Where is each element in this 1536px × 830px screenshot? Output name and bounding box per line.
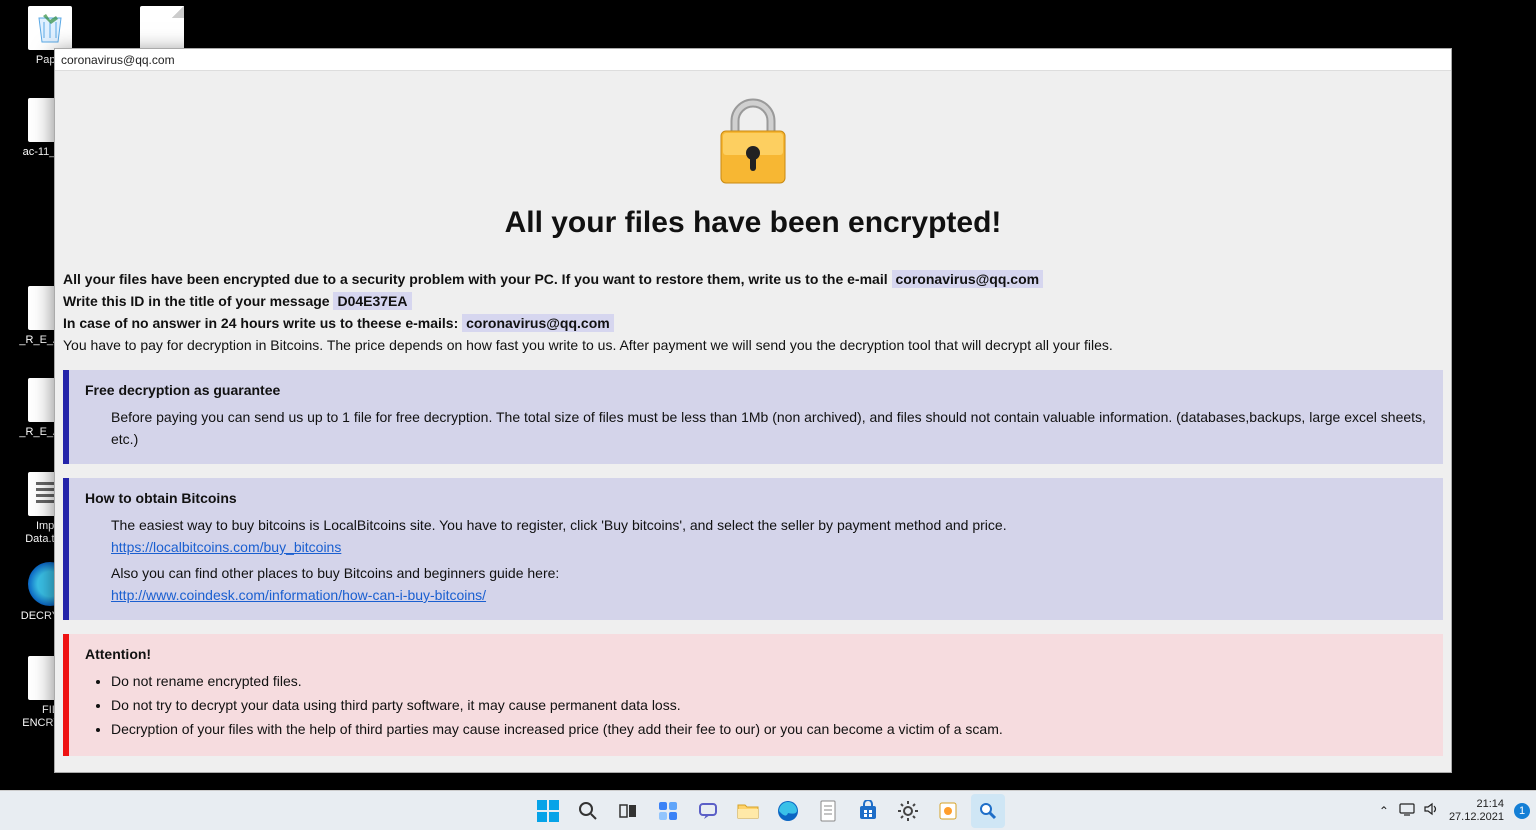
- ransom-line-3: In case of no answer in 24 hours write u…: [55, 312, 1451, 334]
- file-icon: [140, 6, 184, 50]
- magnifier-icon: [978, 801, 998, 821]
- taskbar-tray: ⌃ 21:14 27.12.2021 1: [1379, 798, 1530, 824]
- start-button[interactable]: [531, 794, 565, 828]
- panel-attention: Attention! Do not rename encrypted files…: [63, 634, 1443, 756]
- window-content[interactable]: All your files have been encrypted! All …: [55, 71, 1451, 772]
- attention-item: Do not rename encrypted files.: [111, 670, 1431, 692]
- tray-time: 21:14: [1449, 798, 1504, 811]
- volume-icon[interactable]: [1423, 802, 1439, 819]
- tray-chevron-up-icon[interactable]: ⌃: [1379, 804, 1389, 818]
- ransom-line-4: You have to pay for decryption in Bitcoi…: [55, 334, 1451, 356]
- ransom-line-1: All your files have been encrypted due t…: [55, 268, 1451, 290]
- app-button-3[interactable]: [971, 794, 1005, 828]
- recycle-bin-icon: [35, 12, 65, 44]
- edge-icon: [777, 800, 799, 822]
- search-button[interactable]: [571, 794, 605, 828]
- panel-guarantee-title: Free decryption as guarantee: [85, 382, 1431, 398]
- attention-item: Do not try to decrypt your data using th…: [111, 694, 1431, 716]
- line2-text: Write this ID in the title of your messa…: [63, 293, 333, 309]
- attention-item: Decryption of your files with the help o…: [111, 718, 1431, 740]
- store-icon: [857, 800, 879, 822]
- panel-bitcoin: How to obtain Bitcoins The easiest way t…: [63, 478, 1443, 620]
- folder-icon: [737, 802, 759, 820]
- chat-button[interactable]: [691, 794, 725, 828]
- app-button-1[interactable]: [811, 794, 845, 828]
- store-button[interactable]: [851, 794, 885, 828]
- bitcoin-link-2[interactable]: http://www.coindesk.com/information/how-…: [111, 587, 486, 603]
- bitcoin-link-1[interactable]: https://localbitcoins.com/buy_bitcoins: [111, 539, 341, 555]
- widgets-button[interactable]: [651, 794, 685, 828]
- network-icon[interactable]: [1399, 802, 1415, 819]
- lock-icon: [711, 93, 795, 194]
- chat-icon: [698, 801, 718, 821]
- panel-guarantee-body: Before paying you can send us up to 1 fi…: [85, 406, 1431, 450]
- windows-logo-icon: [537, 800, 559, 822]
- document-icon: [818, 800, 838, 822]
- ransom-line-2: Write this ID in the title of your messa…: [55, 290, 1451, 312]
- tray-date: 27.12.2021: [1449, 811, 1504, 824]
- email-1: coronavirus@qq.com: [892, 270, 1044, 288]
- email-2: coronavirus@qq.com: [462, 314, 614, 332]
- settings-button[interactable]: [891, 794, 925, 828]
- app-icon: [938, 801, 958, 821]
- widgets-icon: [657, 800, 679, 822]
- notifications-badge[interactable]: 1: [1514, 803, 1530, 819]
- panel-guarantee: Free decryption as guarantee Before payi…: [63, 370, 1443, 464]
- panel-attention-title: Attention!: [85, 646, 1431, 662]
- edge-button[interactable]: [771, 794, 805, 828]
- line1-text: All your files have been encrypted due t…: [63, 271, 892, 287]
- task-view-icon: [618, 801, 638, 821]
- ransom-heading: All your files have been encrypted!: [55, 206, 1451, 240]
- app-button-2[interactable]: [931, 794, 965, 828]
- panel-bitcoin-body1: The easiest way to buy bitcoins is Local…: [111, 514, 1431, 536]
- panel-bitcoin-title: How to obtain Bitcoins: [85, 490, 1431, 506]
- search-icon: [578, 801, 598, 821]
- window-titlebar[interactable]: coronavirus@qq.com: [55, 49, 1451, 71]
- taskbar: ⌃ 21:14 27.12.2021 1: [0, 790, 1536, 830]
- desktop-icon-blank-file[interactable]: [126, 6, 198, 54]
- victim-id: D04E37EA: [333, 292, 411, 310]
- taskbar-center: [531, 794, 1005, 828]
- tray-clock[interactable]: 21:14 27.12.2021: [1449, 798, 1504, 824]
- line3-text: In case of no answer in 24 hours write u…: [63, 315, 462, 331]
- task-view-button[interactable]: [611, 794, 645, 828]
- window-title: coronavirus@qq.com: [61, 53, 175, 67]
- gear-icon: [897, 800, 919, 822]
- explorer-button[interactable]: [731, 794, 765, 828]
- panel-bitcoin-body2: Also you can find other places to buy Bi…: [111, 562, 1431, 584]
- ransom-window: coronavirus@qq.com All your files have b…: [54, 48, 1452, 773]
